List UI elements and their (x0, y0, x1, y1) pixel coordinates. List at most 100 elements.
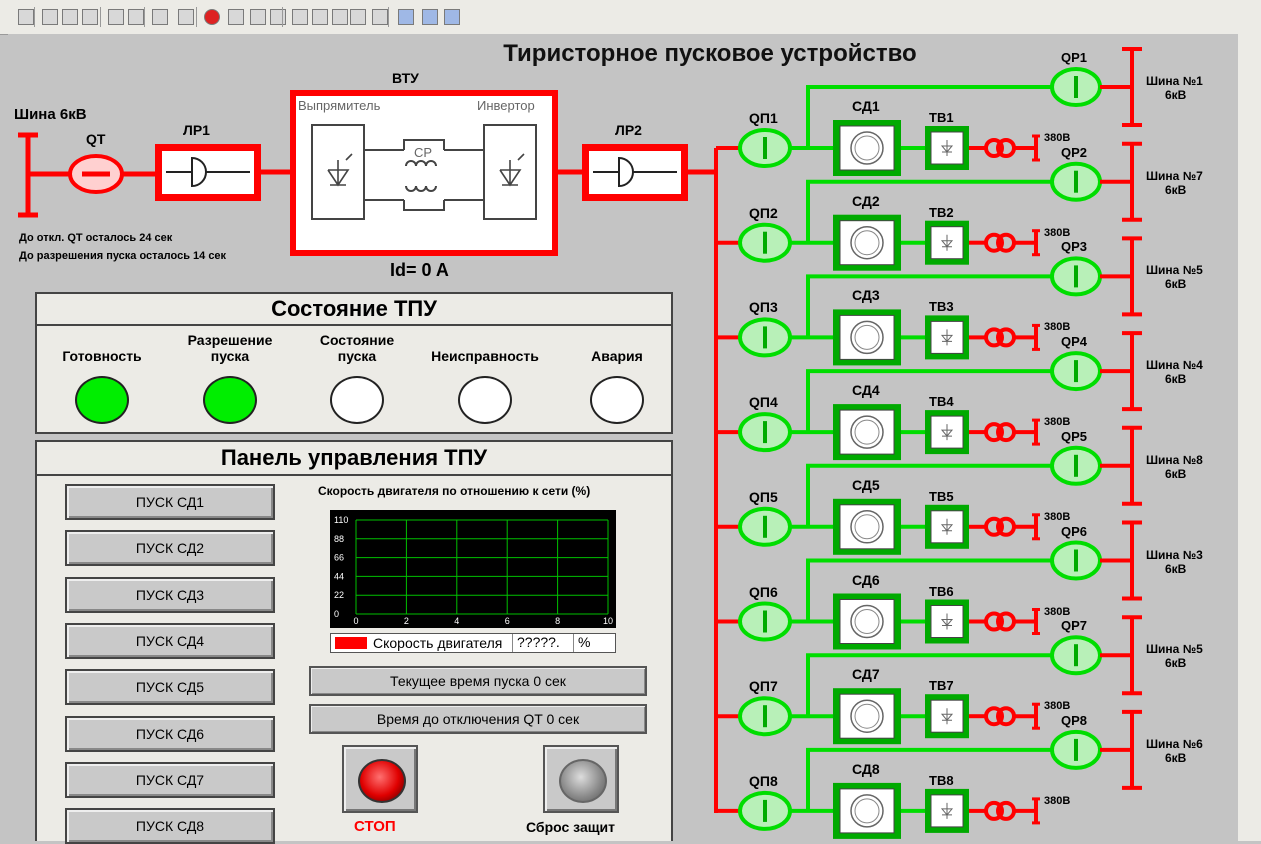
sd-label: СД1 (852, 98, 880, 114)
qp-out-label: QP3 (1061, 239, 1088, 255)
bus-label: Шина №4 (1146, 358, 1203, 373)
sd-label: СД3 (852, 287, 880, 304)
vtu-label: ВТУ (392, 70, 419, 86)
reset-label: Сброс защит (526, 819, 616, 835)
bus-kv-label: 6кВ (1165, 750, 1187, 765)
bus-kv-label: 6кВ (1165, 561, 1187, 576)
bus-kv-label: 6кВ (1165, 277, 1187, 292)
x-tick-label: 10 (603, 616, 613, 626)
sd-label: СД4 (852, 382, 880, 399)
reset-protection-button[interactable] (543, 745, 619, 813)
status-indicator-lamp (330, 376, 384, 424)
indicator-label: Неисправность (431, 348, 539, 364)
qp-out-label: QP6 (1061, 523, 1088, 539)
start-sd5-button[interactable]: ПУСК СД5 (65, 669, 275, 706)
sd-label: СД5 (852, 476, 880, 493)
voltage-label: 380В (1044, 321, 1071, 334)
indicator-label: Готовность (62, 348, 142, 364)
stop-button[interactable] (342, 745, 418, 813)
qp-in-label: QП8 (749, 772, 778, 789)
indicator-label: Состояние пуска (319, 332, 395, 364)
qp-out-label: QP5 (1061, 428, 1088, 444)
qt-off-time: Время до отключения QT 0 сек (309, 704, 647, 734)
qp-in-label: QП4 (749, 394, 778, 411)
qp-in-label: QП5 (749, 488, 778, 505)
bus-kv-label: 6кВ (1165, 372, 1187, 387)
legend-value: ?????. (512, 634, 573, 652)
x-tick-label: 2 (404, 616, 409, 626)
tv-label: ТВ7 (929, 678, 954, 694)
start-sd7-button[interactable]: ПУСК СД7 (65, 761, 275, 798)
inverter-label: Инвертор (477, 98, 535, 113)
tv-label: ТВ8 (929, 772, 954, 788)
tv-label: ТВ3 (929, 299, 954, 315)
status-indicator-lamp (203, 376, 257, 424)
speed-chart: 0 2 4 6 8 10 0 22 44 66 88 110 (330, 510, 616, 628)
voltage-label: 380В (1044, 510, 1071, 523)
status-panel: Состояние ТПУ Готовность Разрешение пуска… (35, 292, 673, 434)
start-sd2-button[interactable]: ПУСК СД2 (65, 530, 275, 567)
start-sd4-button[interactable]: ПУСК СД4 (65, 622, 275, 659)
y-tick-label: 66 (334, 553, 344, 563)
bus-label: Шина №1 (1146, 74, 1203, 88)
rectifier-label: Выпрямитель (298, 98, 381, 113)
bus-kv-label: 6кВ (1165, 656, 1187, 671)
y-tick-label: 110 (334, 515, 348, 525)
sd-label: СД2 (852, 192, 880, 209)
legend-unit: % (573, 634, 590, 652)
y-tick-label: 88 (334, 534, 344, 544)
tv-label: ТВ5 (929, 488, 954, 504)
tv-label: ТВ2 (929, 204, 954, 220)
bus-label: Шина №5 (1146, 263, 1203, 278)
qp-in-label: QП2 (749, 204, 778, 221)
legend-swatch (335, 637, 367, 649)
control-panel-title: Панель управления ТПУ (37, 442, 671, 476)
start-sd1-button[interactable]: ПУСК СД1 (65, 484, 275, 520)
sd-label: СД7 (852, 666, 880, 683)
id-readout: Id= 0 A (390, 260, 449, 280)
sd-label: СД8 (852, 760, 880, 777)
indicator-label: Разрешение пуска (187, 332, 273, 364)
qp-out-label: QP7 (1061, 618, 1088, 634)
qt-label: QT (86, 131, 106, 147)
voltage-label: 380В (1044, 226, 1071, 239)
status-indicator-lamp (75, 376, 129, 424)
bus-label: Шина №3 (1146, 547, 1203, 562)
speed-chart-svg: 0 2 4 6 8 10 0 22 44 66 88 110 (334, 515, 613, 626)
start-sd6-button[interactable]: ПУСК СД6 (65, 715, 275, 752)
bus-kv-label: 6кВ (1165, 182, 1187, 197)
status-indicator-lamp (590, 376, 644, 424)
chart-title: Скорость двигателя по отношению к сети (… (318, 484, 591, 498)
bus-label: Шина №6 (1146, 736, 1203, 751)
tv-label: ТВ1 (929, 110, 954, 125)
qp-out-label: QP8 (1061, 712, 1088, 728)
left-bus-label: Шина 6кВ (14, 106, 87, 123)
qt-off-timer: До откл. QT осталось 24 сек (19, 232, 173, 244)
tv-label: ТВ6 (929, 583, 954, 599)
qp-in-label: QП7 (749, 678, 778, 695)
tv-label: ТВ4 (929, 394, 954, 410)
bus-label: Шина №5 (1146, 642, 1203, 657)
bus-label: Шина №8 (1146, 452, 1203, 467)
chart-legend: Скорость двигателя ?????. % (330, 633, 616, 653)
status-indicator-lamp (458, 376, 512, 424)
legend-name: Скорость двигателя (373, 635, 503, 651)
voltage-label: 380В (1044, 794, 1071, 807)
reset-lamp-icon (559, 759, 607, 803)
x-tick-label: 6 (505, 616, 510, 626)
y-tick-label: 0 (334, 609, 339, 619)
start-sd3-button[interactable]: ПУСК СД3 (65, 576, 275, 613)
cp-label: СР (414, 145, 433, 160)
x-tick-label: 8 (555, 616, 560, 626)
x-tick-label: 0 (353, 616, 358, 626)
bus-label: Шина №7 (1146, 168, 1203, 183)
voltage-label: 380В (1044, 416, 1071, 429)
bus-kv-label: 6кВ (1165, 88, 1187, 102)
start-sd8-button[interactable]: ПУСК СД8 (65, 808, 275, 844)
qp-out-label: QP1 (1061, 50, 1088, 65)
sd-label: СД6 (852, 571, 880, 588)
bus-kv-label: 6кВ (1165, 466, 1187, 481)
qp-in-label: QП1 (749, 110, 778, 126)
current-start-time: Текущее время пуска 0 сек (309, 666, 647, 696)
lr2-label: ЛР2 (615, 122, 642, 138)
